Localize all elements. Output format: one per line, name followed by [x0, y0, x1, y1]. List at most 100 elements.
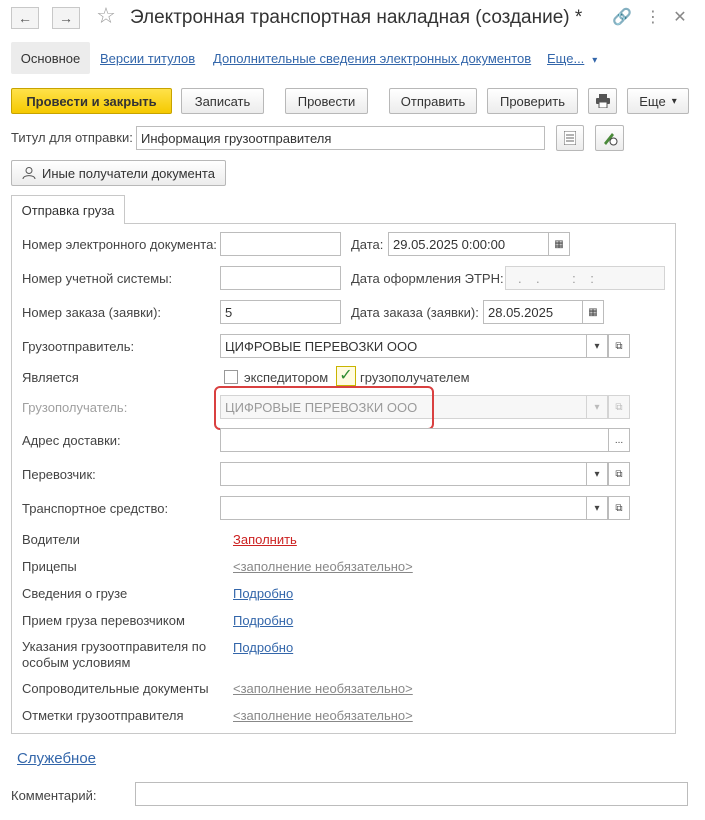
tab-cargo-shipment[interactable]: Отправка груза — [11, 195, 125, 224]
vehicle-field[interactable] — [220, 496, 587, 520]
section-more-label: Еще... — [547, 51, 585, 66]
carrier-label: Перевозчик: — [22, 467, 96, 482]
drivers-fill-link[interactable]: Заполнить — [233, 532, 297, 547]
shipper-marks-label: Отметки грузоотправителя — [22, 708, 184, 723]
close-icon[interactable]: ✕ — [670, 8, 690, 28]
consignee-checkbox[interactable]: ✓ — [336, 366, 356, 386]
comment-label: Комментарий: — [11, 788, 97, 803]
title-for-sending-label: Титул для отправки: — [11, 130, 133, 145]
chevron-down-icon: ▾ — [671, 95, 677, 107]
open-icon: ⧉ — [615, 468, 623, 480]
list-icon — [564, 131, 576, 145]
back-button[interactable]: ← — [11, 7, 39, 29]
favorite-star-icon[interactable]: ☆ — [96, 5, 116, 27]
acc-number-label: Номер учетной системы: — [22, 271, 173, 286]
section-versions-link[interactable]: Версии титулов — [100, 51, 195, 66]
vehicle-label: Транспортное средство: — [22, 501, 169, 516]
order-number-field[interactable]: 5 — [220, 300, 341, 324]
etrn-date-field: . . : : — [505, 266, 665, 290]
shipper-label: Грузоотправитель: — [22, 339, 135, 354]
carrier-open-button[interactable]: ⧉ — [608, 462, 630, 486]
acceptance-link[interactable]: Подробно — [233, 613, 293, 628]
instructions-link[interactable]: Подробно — [233, 640, 293, 655]
more-menu-label: Еще — [639, 93, 666, 109]
instructions-label-line2: особым условиям — [22, 655, 131, 670]
trailers-label: Прицепы — [22, 559, 77, 574]
shipper-marks-link[interactable]: <заполнение необязательно> — [233, 708, 413, 723]
section-main-label: Основное — [20, 50, 81, 66]
forward-arrow-icon: → — [59, 10, 73, 26]
etrn-date-label: Дата оформления ЭТРН: — [351, 271, 504, 286]
order-date-calendar-button[interactable]: ▦ — [582, 300, 604, 324]
section-more-link[interactable]: Еще... ▾ — [547, 51, 597, 66]
vehicle-open-button[interactable]: ⧉ — [608, 496, 630, 520]
address-field[interactable] — [220, 428, 609, 452]
forwarder-checkbox[interactable] — [224, 370, 238, 384]
instructions-label-line1: Указания грузоотправителя по — [22, 639, 207, 654]
open-icon: ⧉ — [615, 502, 623, 514]
post-button[interactable]: Провести — [285, 88, 368, 114]
acceptance-label: Прием груза перевозчиком — [22, 613, 185, 628]
list-button[interactable] — [556, 125, 584, 151]
shipper-dropdown-button[interactable]: ▾ — [586, 334, 608, 358]
accompanying-docs-link[interactable]: <заполнение необязательно> — [233, 681, 413, 696]
trailers-link[interactable]: <заполнение необязательно> — [233, 559, 413, 574]
calendar-icon: ▦ — [588, 306, 598, 318]
accompanying-docs-label: Сопроводительные документы — [22, 681, 209, 696]
edit-sign-button[interactable] — [595, 125, 624, 151]
doc-number-label: Номер электронного документа: — [22, 237, 217, 252]
printer-icon — [595, 94, 610, 108]
forward-button[interactable]: → — [52, 7, 80, 29]
service-link[interactable]: Служебное — [17, 750, 96, 767]
back-arrow-icon: ← — [18, 10, 32, 26]
consignee-dropdown-button: ▾ — [586, 395, 608, 419]
check-button[interactable]: Проверить — [487, 88, 578, 114]
open-icon: ⧉ — [615, 340, 623, 352]
link-icon[interactable]: 🔗 — [612, 8, 632, 28]
title-for-sending-field[interactable]: Информация грузоотправителя — [136, 126, 545, 150]
section-extra-info-link[interactable]: Дополнительные сведения электронных доку… — [213, 51, 531, 66]
user-icon — [22, 167, 36, 180]
chevron-down-icon: ▾ — [594, 340, 600, 352]
more-menu-button[interactable]: Еще ▾ — [627, 88, 689, 114]
date-calendar-button[interactable]: ▦ — [548, 232, 570, 256]
carrier-field[interactable] — [220, 462, 587, 486]
drivers-label: Водители — [22, 532, 80, 547]
shipper-open-button[interactable]: ⧉ — [608, 334, 630, 358]
send-button[interactable]: Отправить — [389, 88, 477, 114]
consignee-label: Грузополучатель: — [22, 400, 128, 415]
acc-number-field[interactable] — [220, 266, 341, 290]
ellipsis-icon: ... — [614, 434, 624, 446]
cargo-info-label: Сведения о грузе — [22, 586, 128, 601]
forwarder-label: экспедитором — [244, 370, 329, 385]
vehicle-dropdown-button[interactable]: ▾ — [586, 496, 608, 520]
chevron-down-icon: ▾ — [592, 55, 598, 66]
tab-cargo-shipment-label: Отправка груза — [21, 202, 115, 218]
date-field[interactable]: 29.05.2025 0:00:00 — [388, 232, 549, 256]
cargo-info-link[interactable]: Подробно — [233, 586, 293, 601]
post-and-close-button[interactable]: Провести и закрыть — [11, 88, 172, 114]
is-label: Является — [22, 370, 79, 385]
address-select-button[interactable]: ... — [608, 428, 630, 452]
shipper-field[interactable]: ЦИФРОВЫЕ ПЕРЕВОЗКИ ООО — [220, 334, 587, 358]
more-vertical-icon[interactable]: ⋮ — [643, 8, 663, 28]
pen-check-icon — [603, 133, 617, 146]
order-date-label: Дата заказа (заявки): — [351, 305, 479, 320]
window-title: Электронная транспортная накладная (созд… — [130, 7, 583, 28]
address-label: Адрес доставки: — [22, 433, 121, 448]
save-button[interactable]: Записать — [181, 88, 264, 114]
calendar-icon: ▦ — [554, 238, 564, 250]
date-label: Дата: — [351, 237, 384, 252]
doc-number-field[interactable] — [220, 232, 341, 256]
print-button[interactable] — [588, 88, 617, 114]
consignee-field: ЦИФРОВЫЕ ПЕРЕВОЗКИ ООО — [220, 395, 587, 419]
other-recipients-button[interactable]: Иные получатели документа — [11, 160, 226, 186]
chevron-down-icon: ▾ — [594, 502, 600, 514]
open-icon: ⧉ — [615, 401, 623, 413]
carrier-dropdown-button[interactable]: ▾ — [586, 462, 608, 486]
section-main[interactable]: Основное — [11, 42, 90, 74]
chevron-down-icon: ▾ — [594, 401, 600, 413]
chevron-down-icon: ▾ — [594, 468, 600, 480]
order-date-field[interactable]: 28.05.2025 — [483, 300, 583, 324]
comment-field[interactable] — [135, 782, 688, 806]
